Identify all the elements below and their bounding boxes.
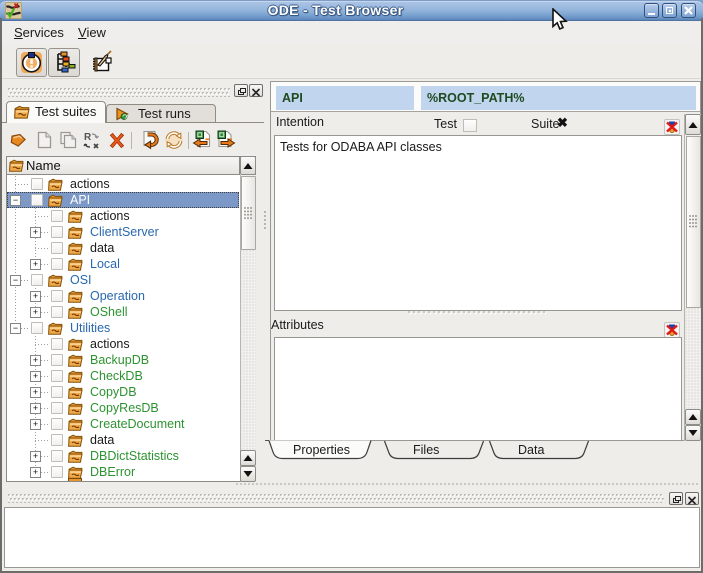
svg-text:R: R: [84, 132, 92, 143]
